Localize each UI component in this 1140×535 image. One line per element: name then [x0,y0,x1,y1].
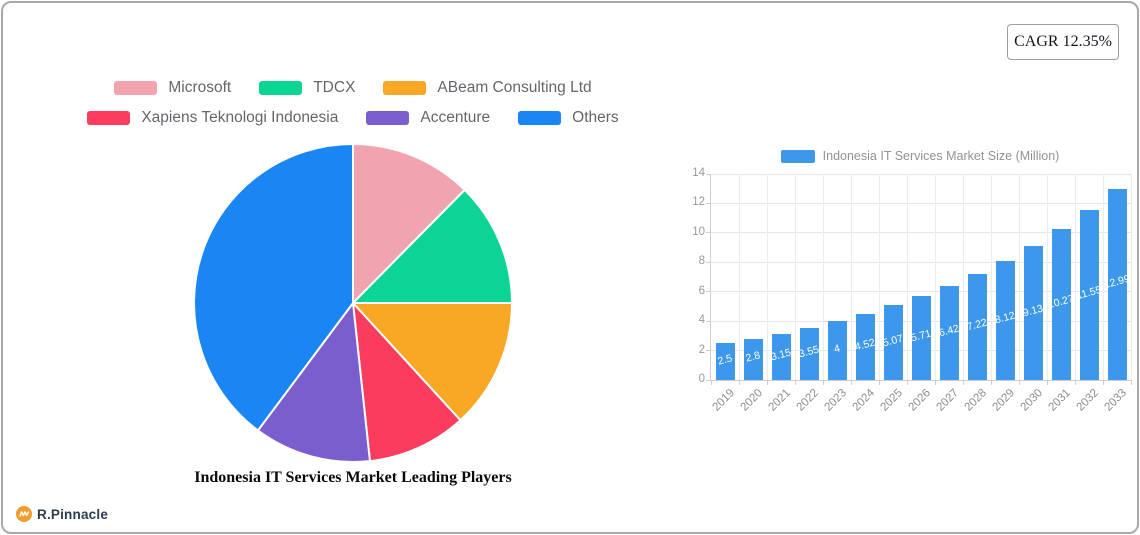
x-axis-tick-label: 2022 [794,387,822,414]
legend-item-others[interactable]: Others [518,109,619,127]
y-gridline [711,173,1131,175]
legend-label: Others [572,109,619,126]
pie-chart-section: Microsoft TDCX ABeam Consulting Ltd Xapiens… [31,79,675,487]
legend-swatch-icon [259,81,303,95]
y-tick-mark [706,173,711,175]
x-gridline [1102,174,1104,380]
x-tick-mark [990,380,992,385]
legend-label: ABeam Consulting Ltd [437,79,592,96]
x-tick-mark [878,380,880,385]
y-axis-tick-label: 12 [692,196,705,209]
brand-wave-icon [16,506,32,522]
legend-label: Accenture [420,109,491,126]
x-axis-tick-label: 2030 [1018,387,1046,414]
x-axis-tick-label: 2032 [1074,387,1102,414]
bar-plot-area: 0 2 4 6 8 10 12 14 2.5 2019 2.8 2020 3.15 2021 3.55 202… [692,167,1132,414]
x-tick-mark [934,380,936,385]
legend-item-xapiens-teknologi-indonesia[interactable]: Xapiens Teknologi Indonesia [87,109,338,127]
x-axis-tick-label: 2029 [990,387,1018,414]
x-axis-tick-label: 2021 [766,387,794,414]
x-tick-mark [794,380,796,385]
x-gridline [1074,174,1076,380]
x-tick-mark [710,380,712,385]
x-tick-mark [962,380,964,385]
legend-item-tdcx[interactable]: TDCX [259,79,355,97]
x-tick-mark [1102,380,1104,385]
x-axis-tick-label: 2027 [934,387,962,414]
x-axis-tick-label: 2026 [906,387,934,414]
x-tick-mark [906,380,908,385]
pie-chart-wrap [31,141,675,465]
legend-label: Xapiens Teknologi Indonesia [141,109,339,126]
legend-item-accenture[interactable]: Accenture [366,109,490,127]
y-gridline [711,202,1131,204]
legend-swatch-icon [383,81,427,95]
x-axis-tick-label: 2020 [738,387,766,414]
x-gridline [738,174,740,380]
report-card: CAGR 12.35% Microsoft TDCX ABeam Consultin… [1,1,1139,534]
y-tick-mark [706,320,711,322]
legend-swatch-icon [366,111,410,125]
bar-chart-section: Indonesia IT Services Market Size (Milli… [665,149,1135,414]
x-axis-tick-label: 2033 [1102,387,1130,414]
y-tick-mark [706,202,711,204]
x-axis-tick-label: 2024 [850,387,878,414]
y-axis-tick-label: 4 [698,314,705,327]
x-gridline [934,174,936,380]
x-tick-mark [1018,380,1020,385]
y-axis-tick-label: 2 [698,343,705,356]
x-gridline [1018,174,1020,380]
brand-name: R.Pinnacle [37,506,109,522]
legend-label: Microsoft [168,79,232,96]
x-tick-mark [1046,380,1048,385]
y-axis-tick-label: 8 [698,255,705,268]
x-tick-mark [850,380,852,385]
legend-swatch-icon [518,111,562,125]
bar-legend-label: Indonesia IT Services Market Size (Milli… [822,149,1060,163]
legend-item-microsoft[interactable]: Microsoft [114,79,231,97]
pie-chart-title: Indonesia IT Services Market Leading Pla… [194,469,512,486]
x-tick-mark [738,380,740,385]
x-gridline [1046,174,1048,380]
x-tick-mark [1074,380,1076,385]
x-gridline [906,174,908,380]
x-axis-tick-label: 2023 [822,387,850,414]
x-gridline [794,174,796,380]
pie-legend-row: Microsoft TDCX ABeam Consulting Ltd [114,79,592,97]
y-axis-tick-label: 6 [698,284,705,297]
x-axis-tick-label: 2019 [710,387,738,414]
bar-legend-item[interactable]: Indonesia IT Services Market Size (Milli… [710,149,1130,163]
legend-label: TDCX [313,79,356,96]
x-axis-tick-label: 2025 [878,387,906,414]
x-gridline [962,174,964,380]
y-axis-tick-label: 14 [692,167,705,179]
y-axis-tick-label: 10 [692,225,705,238]
x-gridline [822,174,824,380]
y-tick-mark [706,291,711,293]
x-tick-mark [822,380,824,385]
x-gridline [878,174,880,380]
bar-legend-swatch-icon [780,149,815,163]
y-tick-mark [706,261,711,263]
cagr-badge: CAGR 12.35% [1007,24,1119,60]
x-gridline [850,174,852,380]
x-tick-mark [1130,380,1132,385]
legend-item-abeam-consulting-ltd[interactable]: ABeam Consulting Ltd [383,79,592,97]
x-gridline [1130,174,1132,380]
y-axis-tick-label: 0 [698,373,705,385]
x-tick-mark [766,380,768,385]
legend-swatch-icon [87,111,131,125]
brand-logo[interactable]: R.Pinnacle [16,506,108,522]
pie-legend-row: Xapiens Teknologi Indonesia Accenture Othe… [87,109,619,127]
x-axis-tick-label: 2028 [962,387,990,414]
y-tick-mark [706,232,711,234]
pie-legend: Microsoft TDCX ABeam Consulting Ltd Xapiens… [31,79,675,127]
y-tick-mark [706,350,711,352]
pie-chart [193,143,513,463]
x-axis-tick-label: 2031 [1046,387,1074,414]
legend-swatch-icon [114,81,158,95]
x-gridline [766,174,768,380]
x-gridline [990,174,992,380]
